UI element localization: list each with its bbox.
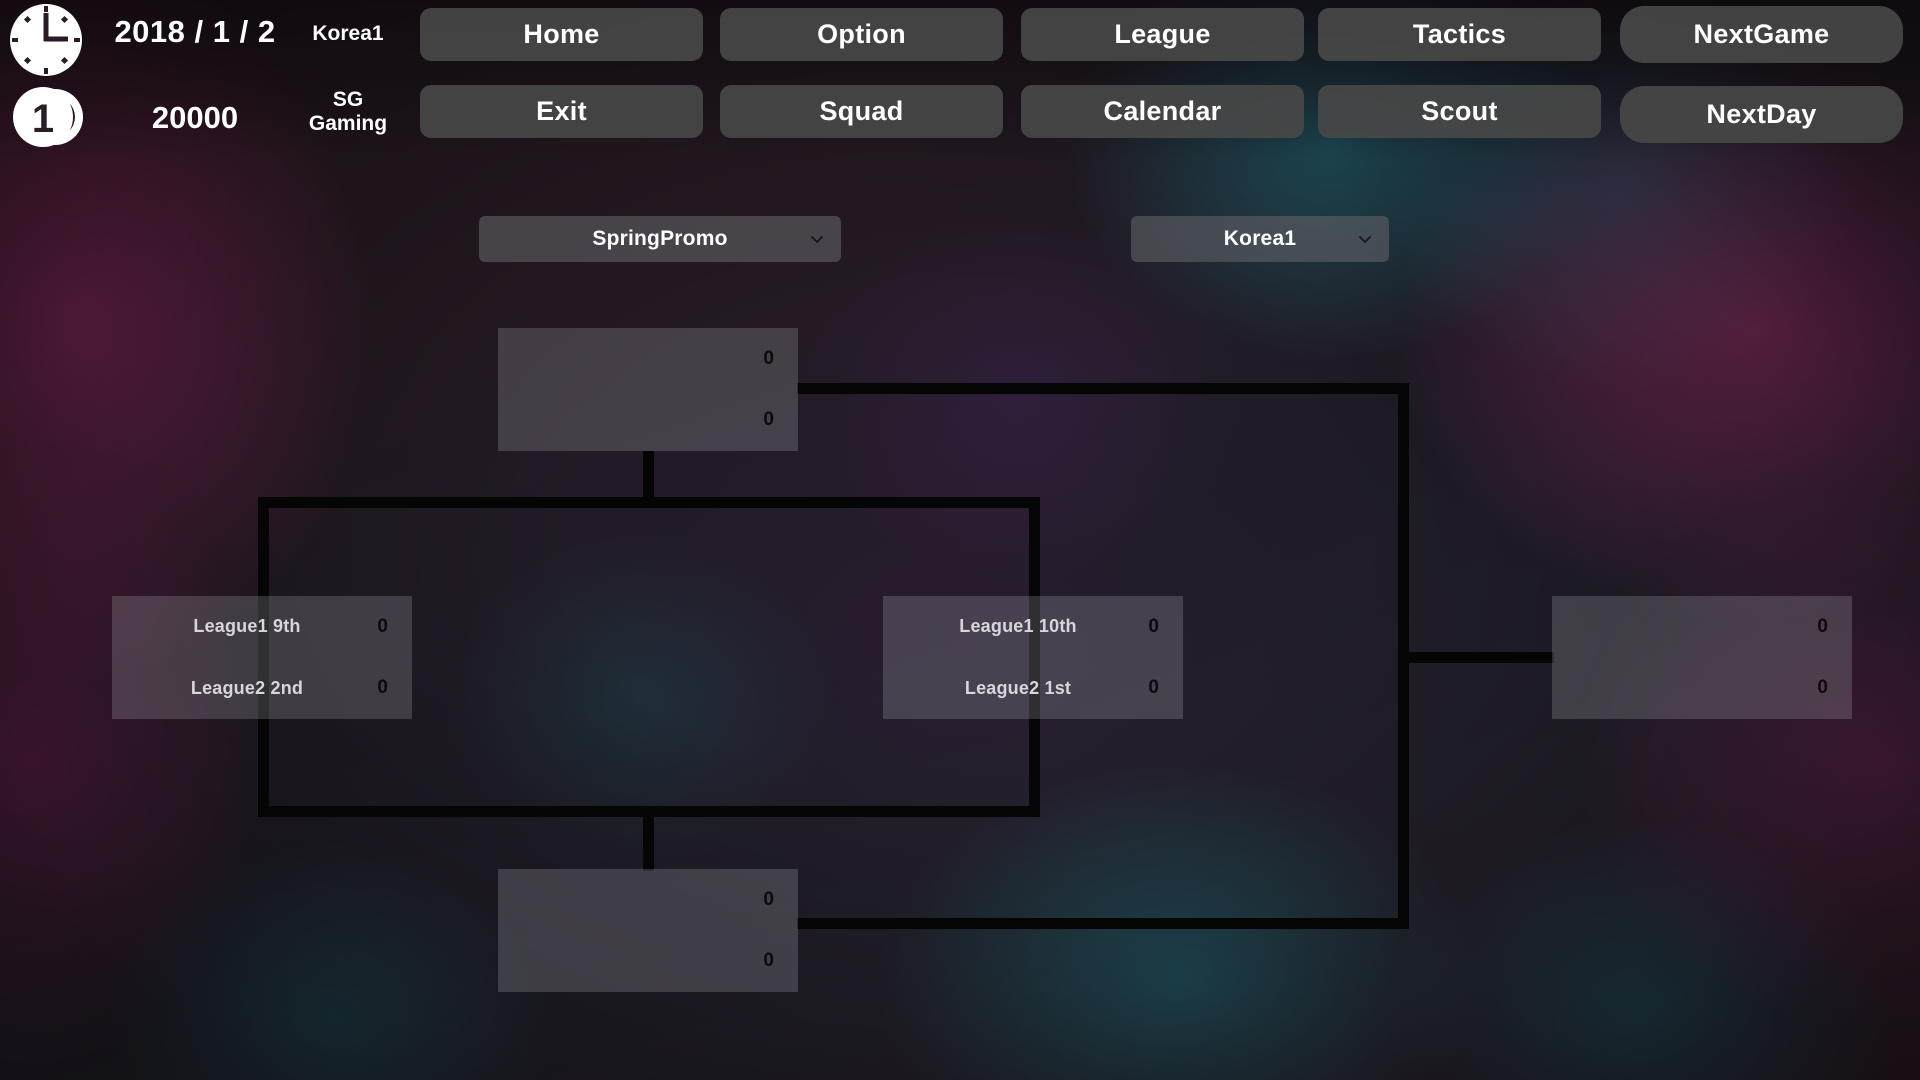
match-row: League2 1st 0 (907, 658, 1159, 720)
nav-button-squad[interactable]: Squad (720, 85, 1003, 138)
region-select-value: Korea1 (1223, 227, 1297, 250)
team-score: 0 (1148, 677, 1159, 699)
bracket-line-top-stub (643, 451, 654, 503)
team-score: 0 (763, 950, 774, 972)
nav-button-exit[interactable]: Exit (420, 85, 703, 138)
match-box-left-first-round[interactable]: League1 9th 0 League2 2nd 0 (112, 596, 412, 719)
team-name: League1 10th (959, 616, 1077, 637)
tournament-select-value: SpringPromo (592, 227, 728, 250)
nav-button-option[interactable]: Option (720, 8, 1003, 61)
bracket-line-bottom-stub (643, 811, 654, 871)
current-league: Korea1 (312, 22, 384, 45)
team-name-line1: SG (332, 88, 364, 111)
region-select[interactable]: Korea1 (1131, 216, 1389, 262)
coin-icon: 1 (13, 87, 83, 147)
match-row: 0 (522, 931, 774, 993)
nav-button-league[interactable]: League (1021, 8, 1304, 61)
top-header-bar: 1 2018 / 1 / 2 20000 Korea1 SG Gaming Ho… (0, 0, 1920, 152)
match-row: 0 (522, 328, 774, 390)
nav-button-home[interactable]: Home (420, 8, 703, 61)
match-row: League1 10th 0 (907, 596, 1159, 658)
game-date: 2018 / 1 / 2 (114, 14, 276, 49)
team-score: 0 (377, 677, 388, 699)
match-row: League1 9th 0 (136, 596, 388, 658)
nav-button-nextgame[interactable]: NextGame (1620, 6, 1903, 63)
match-row: 0 (1576, 596, 1828, 658)
money-amount: 20000 (151, 100, 239, 135)
team-score: 0 (763, 347, 774, 369)
team-score: 0 (377, 615, 388, 637)
nav-button-tactics[interactable]: Tactics (1318, 8, 1601, 61)
game-screen: 1 2018 / 1 / 2 20000 Korea1 SG Gaming Ho… (0, 0, 1920, 1080)
match-row: 0 (522, 869, 774, 931)
team-score: 0 (763, 888, 774, 910)
chevron-down-icon (1359, 236, 1371, 243)
chevron-down-icon (811, 236, 823, 243)
team-score: 0 (1817, 677, 1828, 699)
bracket-line-outer-bottom (797, 918, 1409, 929)
clock-icon (10, 4, 82, 76)
match-box-lower-semifinal[interactable]: 0 0 (498, 869, 798, 992)
nav-button-calendar[interactable]: Calendar (1021, 85, 1304, 138)
current-team: SG Gaming (288, 88, 408, 136)
nav-button-nextday[interactable]: NextDay (1620, 86, 1903, 143)
team-score: 0 (763, 409, 774, 431)
bracket-line-final-stub (1404, 652, 1554, 663)
match-box-middle-first-round[interactable]: League1 10th 0 League2 1st 0 (883, 596, 1183, 719)
team-score: 0 (1148, 615, 1159, 637)
match-box-upper-semifinal[interactable]: 0 0 (498, 328, 798, 451)
svg-text:1: 1 (32, 97, 54, 141)
team-name-line2: Gaming (308, 112, 388, 136)
tournament-select[interactable]: SpringPromo (479, 216, 841, 262)
team-name: League2 2nd (190, 677, 304, 698)
nav-button-scout[interactable]: Scout (1318, 85, 1601, 138)
match-row: 0 (522, 390, 774, 452)
match-row: 0 (1576, 658, 1828, 720)
team-name: League2 1st (964, 677, 1072, 698)
team-name: League1 9th (193, 616, 301, 637)
bracket-line-outer-top (797, 383, 1409, 394)
match-row: League2 2nd 0 (136, 658, 388, 720)
team-score: 0 (1817, 615, 1828, 637)
match-box-final[interactable]: 0 0 (1552, 596, 1852, 719)
